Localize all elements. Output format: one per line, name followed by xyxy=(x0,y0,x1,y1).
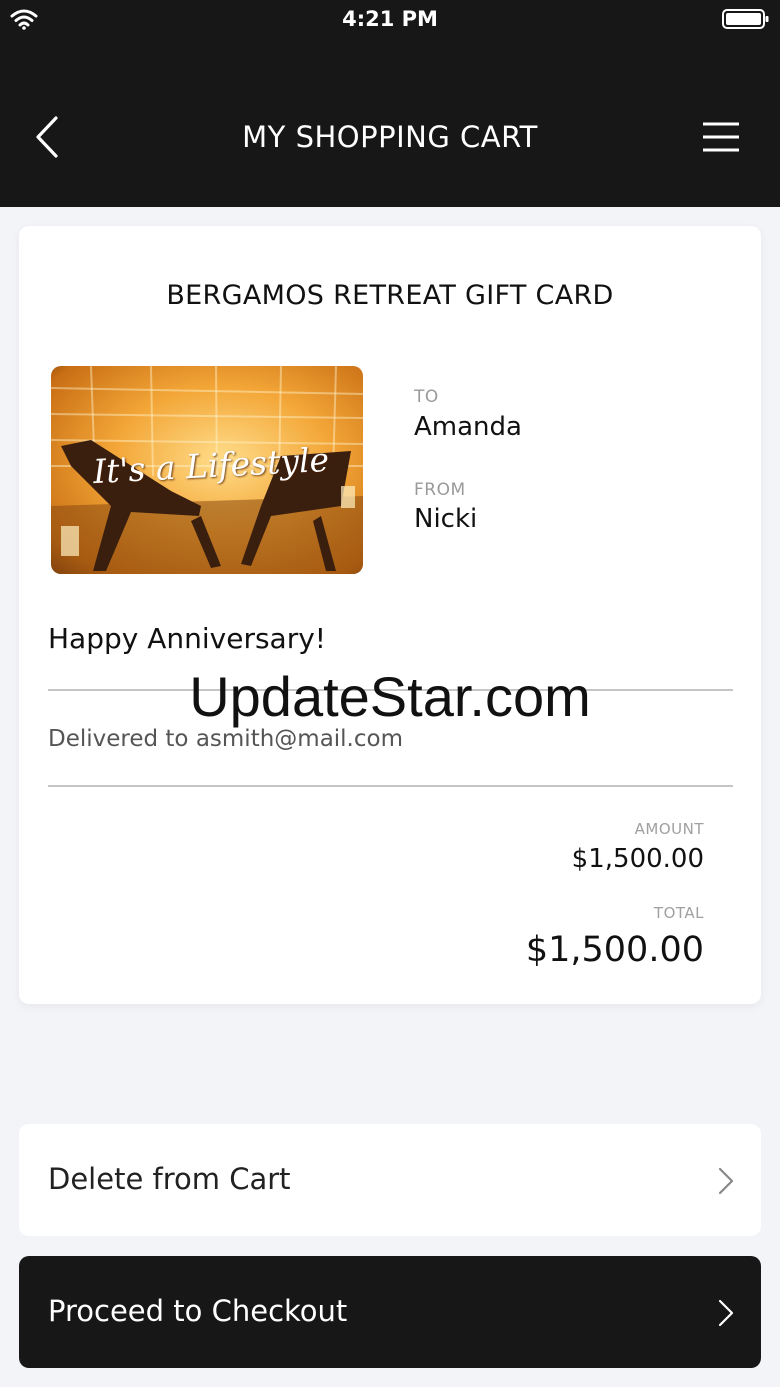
product-title: BERGAMOS RETREAT GIFT CARD xyxy=(166,280,614,311)
chevron-right-icon xyxy=(718,1299,734,1327)
delete-from-cart-label: Delete from Cart xyxy=(48,1162,291,1196)
sender-name: Nicki xyxy=(414,504,478,534)
recipient-name: Amanda xyxy=(414,412,522,442)
status-time: 4:21 PM xyxy=(342,7,438,31)
battery-icon xyxy=(722,9,769,29)
status-bar: 4:21 PM xyxy=(0,0,780,40)
total-value: $1,500.00 xyxy=(525,930,704,970)
delivery-email: Delivered to asmith@mail.com xyxy=(48,726,403,752)
amount-value: $1,500.00 xyxy=(571,844,704,874)
top-header: 4:21 PM MY SHOPPING CART xyxy=(0,0,780,207)
page-title: MY SHOPPING CART xyxy=(242,120,538,154)
proceed-to-checkout-label: Proceed to Checkout xyxy=(48,1294,348,1328)
to-label: TO xyxy=(414,387,439,407)
hamburger-menu-icon[interactable] xyxy=(700,120,742,154)
gift-card-image: It's a Lifestyle xyxy=(51,366,363,574)
gift-message: Happy Anniversary! xyxy=(48,622,327,655)
chevron-right-icon xyxy=(718,1167,734,1195)
divider xyxy=(48,785,733,787)
cart-item-card: BERGAMOS RETREAT GIFT CARD It's a Lifest… xyxy=(19,226,761,1004)
delete-from-cart-button[interactable]: Delete from Cart xyxy=(19,1124,761,1236)
watermark: UpdateStar.com xyxy=(189,665,591,728)
total-label: TOTAL xyxy=(653,904,704,922)
from-label: FROM xyxy=(414,480,466,500)
proceed-to-checkout-button[interactable]: Proceed to Checkout xyxy=(19,1256,761,1368)
amount-label: AMOUNT xyxy=(634,820,704,838)
